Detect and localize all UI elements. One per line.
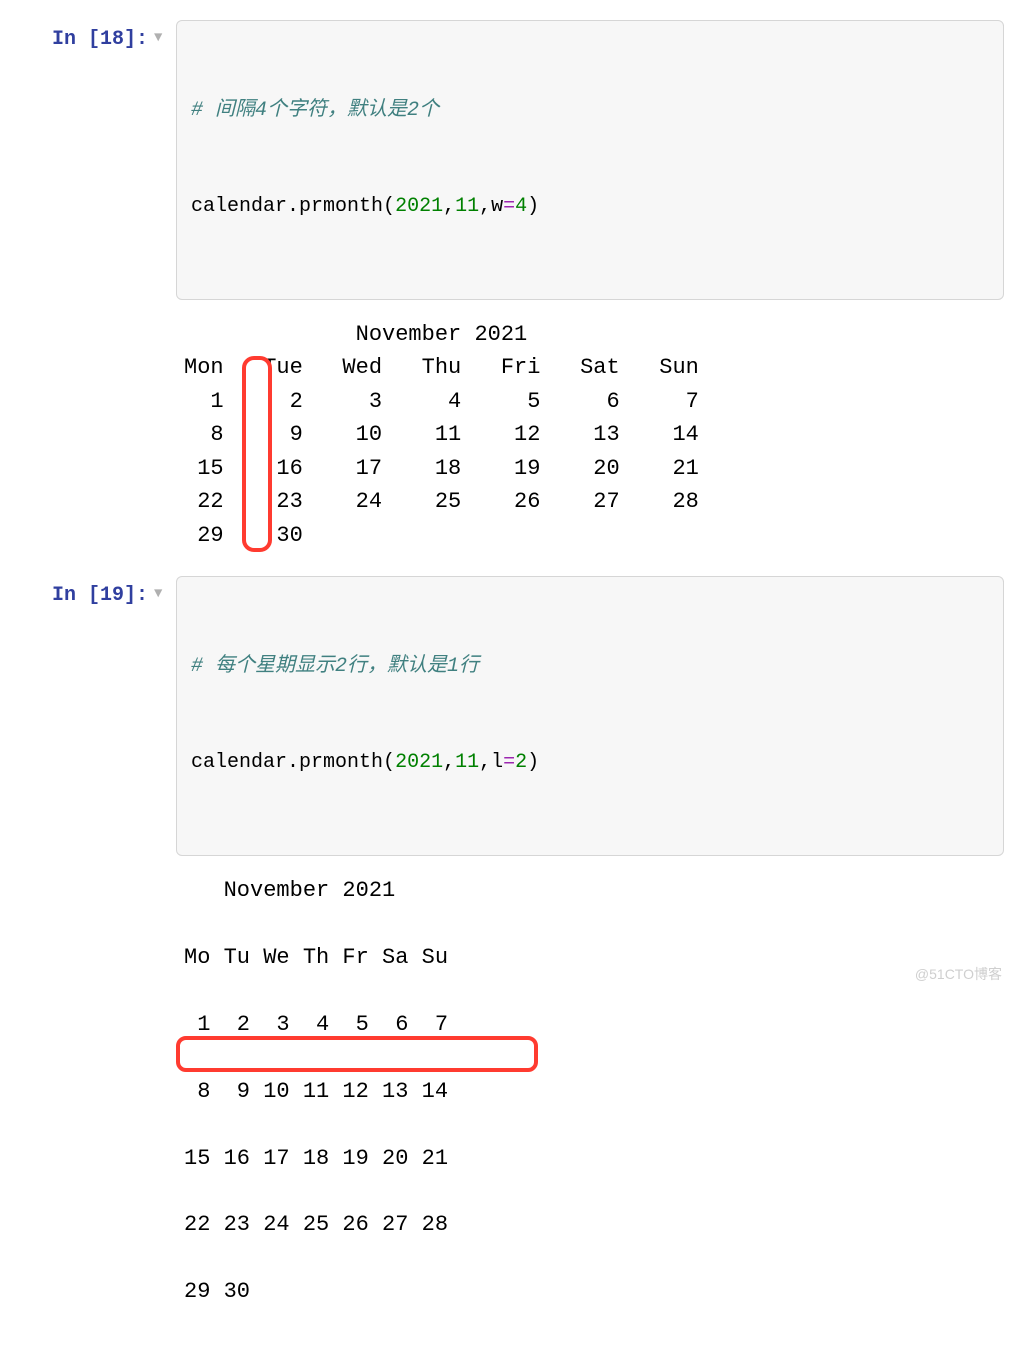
prompt-label: In [18]: bbox=[8, 20, 154, 51]
prompt-label: In [19]: bbox=[8, 576, 154, 607]
cell-18-output: ▼ November 2021 Mon Tue Wed Thu Fri Sat … bbox=[8, 312, 1004, 552]
code-comment: # 每个星期显示2行，默认是1行 bbox=[191, 655, 479, 678]
code-line: calendar.prmonth(2021,11,l=2) bbox=[191, 747, 989, 779]
notebook: In [18]: ▼ # 间隔4个字符，默认是2个 calendar.prmon… bbox=[0, 0, 1012, 1363]
cell-19-input: In [19]: ▼ # 每个星期显示2行，默认是1行 calendar.prm… bbox=[8, 576, 1004, 856]
cell-19-output: ▼ November 2021 Mo Tu We Th Fr Sa Su 1 2… bbox=[8, 868, 1004, 1309]
code-comment: # 间隔4个字符，默认是2个 bbox=[191, 99, 439, 122]
cell-18-input: In [18]: ▼ # 间隔4个字符，默认是2个 calendar.prmon… bbox=[8, 20, 1004, 300]
stdout-text: November 2021 Mo Tu We Th Fr Sa Su 1 2 3… bbox=[184, 874, 1004, 1309]
watermark-text: @51CTO博客 bbox=[915, 964, 1002, 984]
collapse-caret-icon[interactable]: ▼ bbox=[154, 20, 176, 46]
output-area: November 2021 Mon Tue Wed Thu Fri Sat Su… bbox=[176, 312, 1004, 552]
code-input-area[interactable]: # 每个星期显示2行，默认是1行 calendar.prmonth(2021,1… bbox=[176, 576, 1004, 856]
output-area: November 2021 Mo Tu We Th Fr Sa Su 1 2 3… bbox=[176, 868, 1004, 1309]
code-line: calendar.prmonth(2021,11,w=4) bbox=[191, 191, 989, 223]
collapse-caret-icon[interactable]: ▼ bbox=[154, 576, 176, 602]
code-input-area[interactable]: # 间隔4个字符，默认是2个 calendar.prmonth(2021,11,… bbox=[176, 20, 1004, 300]
stdout-text: November 2021 Mon Tue Wed Thu Fri Sat Su… bbox=[184, 318, 1004, 552]
